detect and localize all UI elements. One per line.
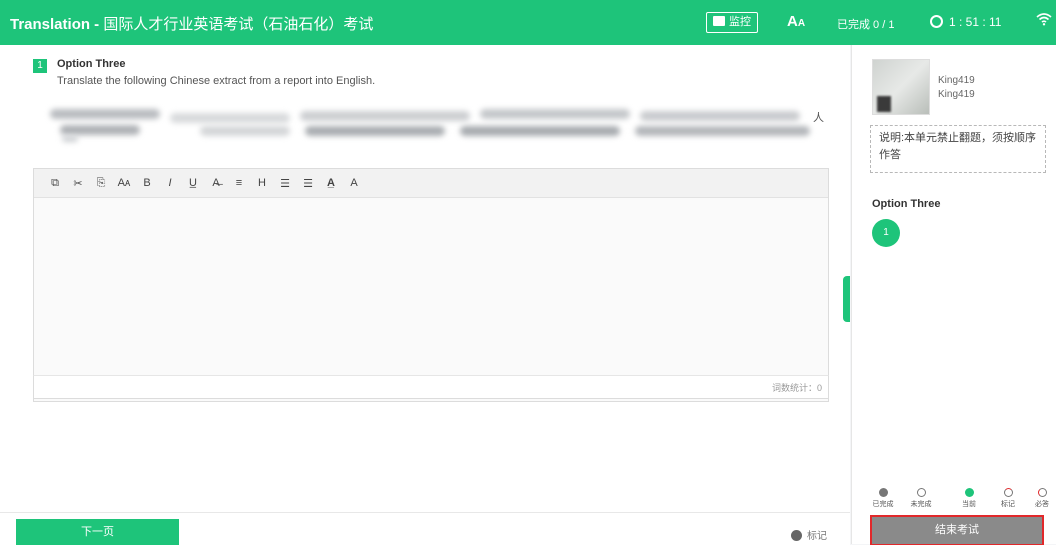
align-right-icon[interactable]: ☰: [297, 177, 319, 190]
sidebar: King419 King419 说明:本单元禁止翻题，须按顺序作答 Option…: [851, 45, 1056, 545]
answer-editor: ⧉ ✂ ⎘ Aᴀ B I U̲ A̶ ≡ H ☰ ☰ A̲ A: [33, 168, 829, 402]
subscript-icon[interactable]: H: [251, 177, 273, 189]
exam-title: Translation - 国际人才行业英语考试（石油石化）考试: [10, 13, 373, 34]
wifi-icon: [1036, 12, 1052, 31]
question-instruction: Translate the following Chinese extract …: [57, 75, 376, 87]
editor-toolbar: ⧉ ✂ ⎘ Aᴀ B I U̲ A̶ ≡ H ☰ ☰ A̲ A: [34, 169, 828, 198]
source-icon[interactable]: ⧉: [44, 177, 66, 190]
clock-icon: [930, 15, 943, 28]
paste-icon[interactable]: ⎘: [90, 177, 112, 190]
align-left-icon[interactable]: ☰: [274, 177, 296, 190]
font-size-icon[interactable]: Aᴀ: [113, 177, 135, 189]
word-count: 词数统计：0: [771, 383, 822, 393]
exam-name: 国际人才行业英语考试（石油石化）考试: [103, 16, 374, 33]
end-exam-button[interactable]: 结束考试: [870, 515, 1044, 545]
user-id: King419: [938, 89, 975, 100]
timer: 1 : 51 : 11: [930, 15, 1001, 29]
username: King419: [938, 75, 975, 86]
exam-note: 说明:本单元禁止翻题，须按顺序作答: [870, 125, 1046, 173]
font-icon[interactable]: A: [343, 177, 365, 189]
top-bar: Translation - 国际人才行业英语考试（石油石化）考试 监控 AA 已…: [0, 0, 1056, 45]
italic-icon[interactable]: I: [159, 177, 181, 189]
cut-icon[interactable]: ✂: [67, 177, 89, 190]
question-nav-1[interactable]: 1: [872, 219, 900, 247]
required-icon: [1037, 488, 1047, 497]
question-number-badge: 1: [33, 59, 47, 73]
superscript-icon[interactable]: A̶: [205, 177, 227, 189]
blurred-text-tail: 人: [813, 112, 824, 124]
font-size-button[interactable]: AA: [787, 13, 805, 30]
blurred-source-text: 人: [50, 105, 830, 143]
undone-icon: [916, 488, 926, 497]
section-name: Translation -: [10, 16, 104, 33]
avatar: [872, 59, 930, 115]
question-title: Option Three: [57, 58, 126, 70]
strikethrough-icon[interactable]: ≡: [228, 177, 250, 189]
timer-value: 1 : 51 : 11: [949, 15, 1002, 29]
question-panel: 1 Option Three Translate the following C…: [0, 45, 850, 512]
legend-item-required: 必答: [1027, 488, 1056, 509]
monitor-icon: [713, 16, 725, 26]
font-color-icon[interactable]: A̲: [320, 177, 342, 189]
section-title: Option Three: [872, 198, 941, 210]
progress-counter: 已完成 0 / 1: [837, 19, 895, 31]
sidebar-toggle[interactable]: [843, 276, 850, 322]
done-icon: [878, 488, 888, 497]
bottom-bar: 下一页 标记: [0, 512, 850, 545]
mark-button[interactable]: 标记: [791, 527, 827, 542]
monitor-label: 监控: [729, 16, 751, 28]
font-size-icon: AA: [787, 13, 806, 30]
mark-label: 标记: [807, 531, 827, 542]
monitor-button[interactable]: 监控: [706, 12, 758, 33]
word-count-bar: 词数统计：0: [33, 375, 829, 399]
legend-item-current: 当前: [954, 488, 984, 509]
mark-flag-icon: [791, 530, 802, 541]
current-icon: [964, 488, 974, 497]
status-legend: 已完成 未完成 当前 标记 必答: [862, 488, 1056, 514]
legend-item-done: 已完成: [868, 488, 898, 509]
answer-textarea[interactable]: [34, 198, 828, 376]
mark-icon: [1003, 488, 1013, 497]
next-page-button[interactable]: 下一页: [16, 519, 179, 545]
underline-icon[interactable]: U̲: [182, 177, 204, 189]
legend-item-marked: 标记: [993, 488, 1023, 509]
bold-icon[interactable]: B: [136, 177, 158, 189]
legend-item-undone: 未完成: [906, 488, 936, 509]
